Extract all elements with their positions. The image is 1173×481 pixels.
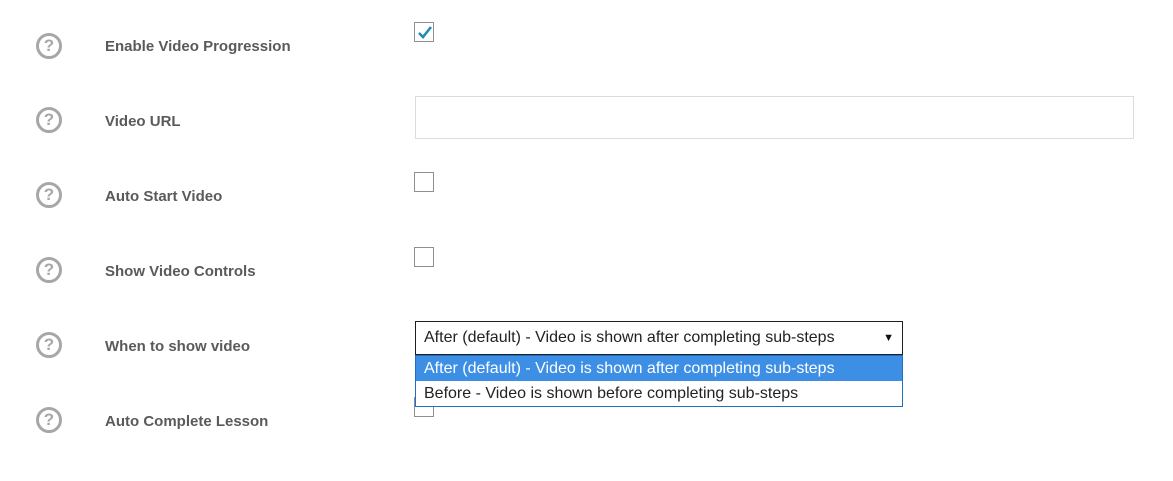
auto-complete-lesson-label: Auto Complete Lesson (105, 413, 269, 430)
when-to-show-video-label: When to show video (105, 338, 250, 355)
help-icon[interactable]: ? (36, 257, 62, 283)
select-value: After (default) - Video is shown after c… (424, 329, 835, 346)
video-url-input[interactable] (415, 96, 1134, 139)
auto-start-video-label: Auto Start Video (105, 188, 223, 205)
option-after[interactable]: After (default) - Video is shown after c… (416, 356, 902, 381)
help-icon[interactable]: ? (36, 332, 62, 358)
chevron-down-icon: ▼ (883, 332, 894, 344)
select-dropdown-list: After (default) - Video is shown after c… (415, 355, 903, 407)
help-icon[interactable]: ? (36, 182, 62, 208)
when-to-show-video-select[interactable]: After (default) - Video is shown after c… (415, 321, 903, 355)
help-icon[interactable]: ? (36, 107, 62, 133)
help-icon[interactable]: ? (36, 407, 62, 433)
checkmark-icon (418, 26, 433, 39)
auto-start-video-checkbox[interactable] (414, 172, 434, 192)
video-url-label: Video URL (105, 113, 181, 130)
enable-video-progression-checkbox[interactable] (414, 22, 434, 42)
show-video-controls-checkbox[interactable] (414, 247, 434, 267)
enable-video-progression-label: Enable Video Progression (105, 38, 291, 55)
option-before[interactable]: Before - Video is shown before completin… (416, 381, 902, 406)
show-video-controls-label: Show Video Controls (105, 263, 256, 280)
help-icon[interactable]: ? (36, 33, 62, 59)
